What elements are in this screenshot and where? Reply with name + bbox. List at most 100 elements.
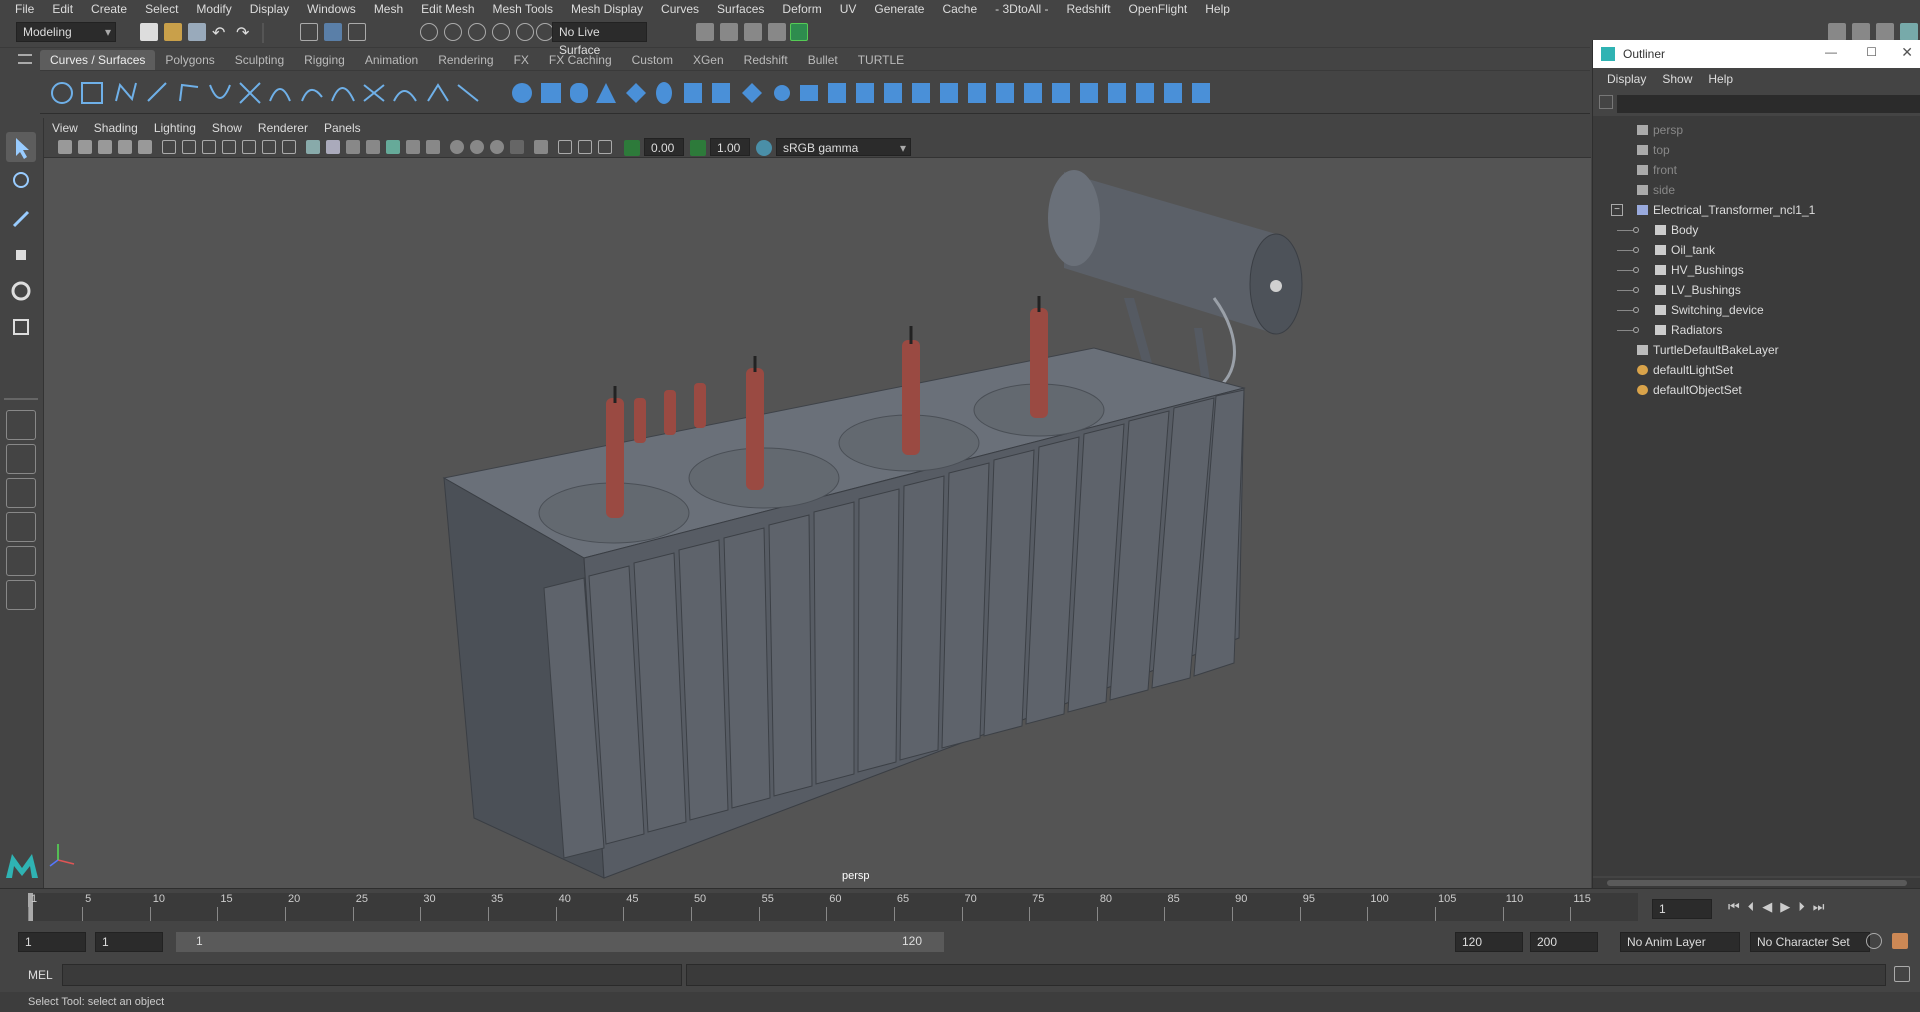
untrim-icon[interactable] bbox=[1024, 83, 1042, 103]
shelf-tab-rendering[interactable]: Rendering bbox=[428, 50, 503, 70]
render-settings-icon[interactable] bbox=[744, 23, 762, 41]
menu-help[interactable]: Help bbox=[1196, 0, 1239, 18]
planar-icon[interactable] bbox=[742, 83, 762, 103]
menu-generate[interactable]: Generate bbox=[865, 0, 933, 18]
scale-tool-icon[interactable] bbox=[6, 312, 36, 342]
menu-modify[interactable]: Modify bbox=[187, 0, 240, 18]
uv-editor-layout-icon[interactable] bbox=[6, 580, 36, 610]
character-set-dropdown[interactable]: No Character Set bbox=[1750, 932, 1870, 952]
cv-curve-icon[interactable] bbox=[115, 82, 137, 102]
grid-toggle-icon[interactable] bbox=[162, 140, 176, 154]
perspective-viewport[interactable]: persp bbox=[44, 158, 1591, 888]
reverse-curve-icon[interactable] bbox=[457, 84, 479, 102]
project-curve-icon[interactable] bbox=[940, 83, 958, 103]
menu-edit-mesh[interactable]: Edit Mesh bbox=[412, 0, 483, 18]
menu-mesh-display[interactable]: Mesh Display bbox=[562, 0, 652, 18]
outliner-scrollbar[interactable] bbox=[1593, 878, 1920, 888]
playback-start-field[interactable]: 1 bbox=[95, 932, 163, 952]
rotate-tool-icon[interactable] bbox=[6, 276, 36, 306]
outliner-item-defaultobjectset[interactable]: defaultObjectSet bbox=[1593, 380, 1920, 400]
menu-mesh[interactable]: Mesh bbox=[365, 0, 412, 18]
rebuild-surface-icon[interactable] bbox=[1164, 83, 1182, 103]
shelf-tab-xgen[interactable]: XGen bbox=[683, 50, 734, 70]
bookmark-icon[interactable] bbox=[98, 140, 112, 154]
attach-curve-icon[interactable] bbox=[269, 88, 291, 102]
shelf-tab-polygons[interactable]: Polygons bbox=[155, 50, 224, 70]
redo-icon[interactable]: ↷ bbox=[236, 23, 254, 42]
square-surface-icon[interactable] bbox=[856, 83, 874, 103]
snap-view-icon[interactable] bbox=[492, 23, 510, 41]
trim-tool-icon[interactable] bbox=[996, 83, 1014, 103]
snap-point-icon[interactable] bbox=[468, 23, 486, 41]
wireframe-icon[interactable] bbox=[306, 140, 320, 154]
nurbs-circle-icon[interactable] bbox=[51, 82, 73, 104]
bevel-plus-icon[interactable] bbox=[884, 83, 902, 103]
outliner-item-side[interactable]: side bbox=[1593, 180, 1920, 200]
outliner-item-hv-bushings[interactable]: HV_Bushings bbox=[1593, 260, 1920, 280]
motion-blur-icon[interactable] bbox=[470, 140, 484, 154]
collapse-icon[interactable]: − bbox=[1611, 204, 1623, 216]
outliner-menu-show[interactable]: Show bbox=[1654, 72, 1700, 86]
move-tool-icon[interactable] bbox=[6, 240, 36, 270]
current-frame-field[interactable]: 1 bbox=[1652, 899, 1712, 919]
save-scene-icon[interactable] bbox=[188, 23, 206, 41]
surface-fillet-icon[interactable] bbox=[912, 83, 930, 103]
menu-display[interactable]: Display bbox=[241, 0, 298, 18]
loft-icon[interactable] bbox=[712, 83, 730, 103]
shelf-tab-fx-caching[interactable]: FX Caching bbox=[539, 50, 622, 70]
shelf-tab-bullet[interactable]: Bullet bbox=[798, 50, 848, 70]
safe-title-icon[interactable] bbox=[282, 140, 296, 154]
animation-end-field[interactable]: 200 bbox=[1530, 932, 1598, 952]
intersect-surface-icon[interactable] bbox=[968, 83, 986, 103]
nurbs-cone-icon[interactable] bbox=[596, 83, 616, 103]
menu-create[interactable]: Create bbox=[82, 0, 136, 18]
menu-file[interactable]: File bbox=[6, 0, 43, 18]
menu-edit[interactable]: Edit bbox=[43, 0, 82, 18]
gamma-field[interactable]: 1.00 bbox=[710, 138, 750, 156]
menu-curves[interactable]: Curves bbox=[652, 0, 708, 18]
live-surface-field[interactable]: No Live Surface bbox=[552, 22, 647, 57]
camera-attributes-icon[interactable] bbox=[78, 140, 92, 154]
menu-3dtoall[interactable]: - 3DtoAll - bbox=[986, 0, 1057, 18]
viewport-menu-shading[interactable]: Shading bbox=[86, 121, 146, 135]
extrude-icon[interactable] bbox=[774, 85, 790, 101]
menu-surfaces[interactable]: Surfaces bbox=[708, 0, 773, 18]
frame-all-icon[interactable] bbox=[558, 140, 572, 154]
shelf-tab-custom[interactable]: Custom bbox=[622, 50, 683, 70]
paint-select-icon[interactable] bbox=[6, 204, 36, 234]
outliner-item-oil-tank[interactable]: Oil_tank bbox=[1593, 240, 1920, 260]
workspace-dropdown[interactable]: Modeling ▾ bbox=[16, 22, 116, 42]
anti-aliasing-icon[interactable] bbox=[490, 140, 504, 154]
birail-icon[interactable] bbox=[800, 85, 818, 101]
exposure-icon[interactable] bbox=[624, 140, 640, 156]
extend-curve-icon[interactable] bbox=[331, 87, 355, 102]
persp-outliner-layout-icon[interactable] bbox=[6, 478, 36, 508]
shelf-menu-icon[interactable] bbox=[18, 54, 32, 64]
nurbs-sphere-icon[interactable] bbox=[512, 83, 532, 103]
four-view-layout-icon[interactable] bbox=[6, 444, 36, 474]
shelf-tab-sculpting[interactable]: Sculpting bbox=[225, 50, 294, 70]
safe-action-icon[interactable] bbox=[262, 140, 276, 154]
hypershade-icon[interactable] bbox=[768, 23, 786, 41]
shelf-tab-animation[interactable]: Animation bbox=[355, 50, 428, 70]
menu-mesh-tools[interactable]: Mesh Tools bbox=[484, 0, 562, 18]
shelf-tab-curves-surfaces[interactable]: Curves / Surfaces bbox=[40, 50, 156, 70]
cut-curve-icon[interactable] bbox=[239, 82, 261, 104]
command-input[interactable] bbox=[62, 964, 682, 986]
maximize-icon[interactable]: ☐ bbox=[1866, 45, 1877, 59]
script-editor-icon[interactable] bbox=[1894, 966, 1910, 982]
viewport-menu-show[interactable]: Show bbox=[204, 121, 250, 135]
range-slider[interactable]: 1 120 bbox=[176, 932, 944, 952]
close-icon[interactable]: ✕ bbox=[1901, 44, 1913, 61]
outliner-item-body[interactable]: Body bbox=[1593, 220, 1920, 240]
use-all-lights-icon[interactable] bbox=[406, 140, 420, 154]
smooth-shade-icon[interactable] bbox=[326, 140, 340, 154]
color-space-dropdown[interactable]: sRGB gamma ▾ bbox=[776, 138, 911, 156]
xray-icon[interactable] bbox=[386, 140, 400, 154]
shelf-tab-turtle[interactable]: TURTLE bbox=[848, 50, 914, 70]
undo-icon[interactable]: ↶ bbox=[212, 23, 230, 42]
sculpt-surface-icon[interactable] bbox=[1192, 83, 1210, 103]
play-backward-icon[interactable]: ◀ bbox=[1762, 899, 1780, 914]
outliner-toggle-icon[interactable] bbox=[1900, 23, 1918, 41]
shadows-icon[interactable] bbox=[426, 140, 440, 154]
